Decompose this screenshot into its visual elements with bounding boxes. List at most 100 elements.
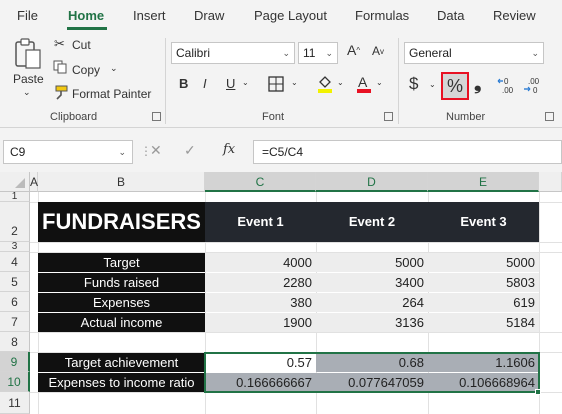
tab-page-layout[interactable]: Page Layout [254, 8, 327, 23]
bold-button[interactable]: B [179, 76, 188, 91]
name-box[interactable]: C9 ⌄ [3, 140, 133, 164]
row-header-6[interactable]: 6 [0, 292, 30, 312]
row-header-4[interactable]: 4 [0, 252, 30, 272]
tab-insert[interactable]: Insert [133, 8, 166, 23]
event-header-3[interactable]: Event 3 [428, 202, 539, 242]
cell-c4[interactable]: 4000 [205, 253, 316, 272]
cell-d10[interactable]: 0.077647059 [316, 373, 428, 392]
column-header-e[interactable]: E [428, 172, 539, 192]
italic-button[interactable]: I [203, 76, 207, 91]
cell-d7[interactable]: 3136 [316, 313, 428, 332]
tab-formulas[interactable]: Formulas [355, 8, 409, 23]
column-header-d[interactable]: D [316, 172, 428, 192]
cell-e10[interactable]: 0.106668964 [428, 373, 539, 392]
row-header-10[interactable]: 10 [0, 372, 30, 392]
gridline [30, 332, 562, 333]
tab-data[interactable]: Data [437, 8, 464, 23]
sheet-title[interactable]: FUNDRAISERS [38, 202, 205, 242]
font-name-combo[interactable]: Calibri ⌄ [171, 42, 295, 64]
borders-dropdown-icon[interactable]: ⌄ [291, 78, 298, 87]
increase-font-icon[interactable]: A ^ [347, 42, 360, 58]
borders-icon[interactable] [268, 76, 284, 92]
number-format-value: General [409, 46, 452, 60]
row-header-1[interactable]: 1 [0, 192, 30, 202]
tab-draw[interactable]: Draw [194, 8, 224, 23]
formula-input[interactable]: =C5/C4 [253, 140, 562, 164]
tab-home[interactable]: Home [68, 8, 104, 23]
svg-text:0: 0 [533, 86, 538, 94]
increase-decimal-icon[interactable]: 0.00 [497, 76, 517, 94]
row-label-actual-income[interactable]: Actual income [38, 313, 205, 332]
font-color-dropdown-icon[interactable]: ⌄ [376, 78, 383, 87]
format-painter-button[interactable]: Format Painter [72, 87, 151, 101]
row-header-3[interactable]: 3 [0, 242, 30, 252]
cell-e9[interactable]: 1.1606 [428, 353, 539, 372]
spreadsheet-grid[interactable]: A B C D E 1 2 3 4 5 6 7 8 9 10 11 FUNDRA… [0, 172, 562, 414]
paste-dropdown-icon[interactable]: ⌄ [23, 87, 31, 98]
accounting-format-button[interactable]: $ [409, 74, 418, 94]
row-label-expenses[interactable]: Expenses [38, 293, 205, 312]
percent-style-button[interactable]: % [441, 72, 469, 100]
cell-d9[interactable]: 0.68 [316, 353, 428, 372]
cell-e7[interactable]: 5184 [428, 313, 539, 332]
cell-c10[interactable]: 0.166666667 [205, 373, 316, 392]
enter-icon[interactable]: ✓ [184, 142, 196, 159]
cell-e4[interactable]: 5000 [428, 253, 539, 272]
number-format-combo[interactable]: General ⌄ [404, 42, 544, 64]
row-header-9[interactable]: 9 [0, 352, 30, 372]
cell-d4[interactable]: 5000 [316, 253, 428, 272]
font-size-combo[interactable]: 11 ⌄ [298, 42, 338, 64]
cell-d5[interactable]: 3400 [316, 273, 428, 292]
copy-dropdown-icon[interactable]: ⌄ [110, 63, 118, 74]
row-header-5[interactable]: 5 [0, 272, 30, 292]
row-header-2[interactable]: 2 [0, 202, 30, 242]
decrease-font-icon[interactable]: Av [372, 44, 384, 58]
font-color-icon[interactable]: A [356, 74, 372, 94]
row-header-7[interactable]: 7 [0, 312, 30, 332]
column-header-f[interactable] [539, 172, 562, 192]
cell-e5[interactable]: 5803 [428, 273, 539, 292]
column-header-c[interactable]: C [205, 172, 316, 192]
row-header-8[interactable]: 8 [0, 332, 30, 352]
cut-button[interactable]: Cut [72, 38, 91, 52]
row-header-11[interactable]: 11 [0, 392, 30, 414]
row-label-funds-raised[interactable]: Funds raised [38, 273, 205, 292]
copy-button[interactable]: Copy [72, 63, 100, 77]
column-header-b[interactable]: B [38, 172, 205, 192]
row-label-target[interactable]: Target [38, 253, 205, 272]
select-all-corner[interactable] [0, 172, 30, 192]
row-label-expenses-to-income-ratio[interactable]: Expenses to income ratio [38, 373, 205, 392]
cell-c6[interactable]: 380 [205, 293, 316, 312]
cell-c7[interactable]: 1900 [205, 313, 316, 332]
column-header-a[interactable]: A [30, 172, 38, 192]
clipboard-launcher-icon[interactable] [152, 112, 161, 121]
decrease-decimal-icon[interactable]: .00 0 [523, 76, 543, 94]
font-group-label: Font [262, 111, 285, 123]
event-header-1[interactable]: Event 1 [205, 202, 316, 242]
scissors-icon: ✂ [54, 36, 65, 51]
chevron-down-icon: ⌄ [325, 48, 333, 58]
cell-c5[interactable]: 2280 [205, 273, 316, 292]
cell-e6[interactable]: 619 [428, 293, 539, 312]
tab-review[interactable]: Review [493, 8, 536, 23]
fill-color-icon[interactable] [316, 74, 334, 94]
font-size-value: 11 [303, 46, 316, 60]
row-label-target-achievement[interactable]: Target achievement [38, 353, 205, 372]
tab-file[interactable]: File [17, 8, 38, 23]
font-launcher-icon[interactable] [384, 112, 393, 121]
fill-color-dropdown-icon[interactable]: ⌄ [337, 78, 344, 87]
paste-button[interactable]: Paste [13, 72, 44, 86]
cell-c9[interactable]: 0.57 [205, 353, 316, 372]
accounting-dropdown-icon[interactable]: ⌄ [429, 80, 436, 89]
insert-function-button[interactable]: fx [223, 142, 235, 157]
fill-handle[interactable] [535, 389, 541, 395]
comma-style-button[interactable]: ❟ [474, 73, 481, 95]
underline-dropdown-icon[interactable]: ⌄ [242, 78, 249, 87]
cell-d6[interactable]: 264 [316, 293, 428, 312]
paste-icon[interactable] [10, 36, 46, 72]
event-header-2[interactable]: Event 2 [316, 202, 428, 242]
number-launcher-icon[interactable] [545, 112, 554, 121]
underline-button[interactable]: U [226, 76, 235, 91]
ribbon-divider [398, 38, 399, 124]
cancel-icon[interactable]: ✕ [150, 142, 162, 159]
